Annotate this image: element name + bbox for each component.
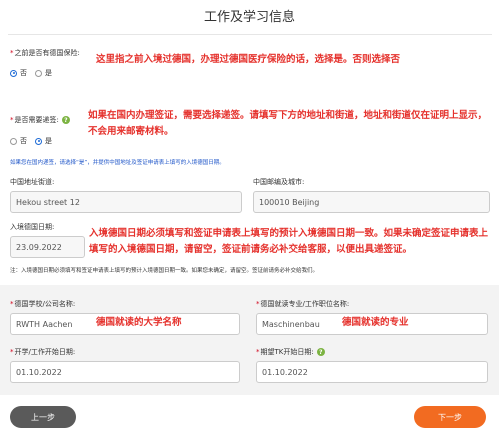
school-annotation: 德国就读的大学名称	[96, 317, 182, 328]
visa-label-text: 是否需要递签:	[14, 116, 59, 124]
option-label: 是	[45, 137, 52, 145]
required-mark: *	[10, 348, 14, 356]
tk-date-input[interactable]: 01.10.2022	[256, 361, 488, 383]
radio-icon[interactable]	[35, 137, 42, 145]
entry-note: 注：入境德国日期必须填写和签证申请表上填写的预计入境德国日期一致。如果您未确定，…	[10, 268, 319, 274]
start-date-label-text: 开学/工作开始日期:	[14, 348, 76, 356]
required-mark: *	[256, 348, 260, 356]
major-label: *德国就读专业/工作职位名称:	[256, 299, 349, 309]
tk-date-value: 01.10.2022	[262, 367, 308, 377]
start-date-label: *开学/工作开始日期:	[10, 347, 75, 357]
school-value: RWTH Aachen	[16, 319, 73, 329]
major-value: Maschinenbau	[262, 319, 320, 329]
page-title: 工作及学习信息	[203, 10, 295, 25]
prev-button[interactable]: 上一步	[10, 406, 76, 428]
radio-icon[interactable]	[10, 69, 17, 77]
insurance-radio-group: 否 是	[10, 68, 60, 78]
insurance-label-text: 之前是否有德国保险:	[14, 49, 80, 57]
next-button[interactable]: 下一步	[414, 406, 486, 428]
city-label: 中国邮编及城市:	[253, 178, 305, 186]
visa-label: *是否需要递签:?	[10, 115, 70, 125]
school-label-text: 德国学校/公司名称:	[14, 300, 76, 308]
street-label: 中国地址街道:	[10, 178, 55, 186]
street-input[interactable]: Hekou street 12	[10, 191, 242, 213]
insurance-option-yes[interactable]: 是	[35, 68, 52, 78]
option-label: 否	[20, 69, 27, 77]
required-mark: *	[10, 49, 14, 57]
help-icon[interactable]: ?	[316, 348, 325, 356]
visa-option-no[interactable]: 否	[10, 136, 27, 146]
major-annotation: 德国就读的专业	[342, 317, 409, 328]
visa-note: 如果您在国内递签，请选择“是”，并提供中国地址及签证申请表上填写的入境德国日期。	[10, 160, 225, 166]
street-value: Hekou street 12	[16, 197, 80, 207]
start-date-value: 01.10.2022	[16, 367, 62, 377]
required-mark: *	[10, 300, 14, 308]
radio-icon[interactable]	[35, 69, 42, 77]
required-mark: *	[10, 116, 14, 124]
entry-annotation: 入境德国日期必须填写和签证申请表上填写的预计入境德国日期一致。如果未确定签证申请…	[89, 228, 489, 255]
insurance-option-no[interactable]: 否	[10, 68, 27, 78]
school-label: *德国学校/公司名称:	[10, 299, 75, 309]
option-label: 是	[45, 69, 52, 77]
entry-date-value: 23.09.2022	[16, 242, 62, 252]
entry-date-label: 入境德国日期:	[10, 223, 55, 231]
radio-icon[interactable]	[10, 137, 17, 145]
required-mark: *	[256, 300, 260, 308]
city-input[interactable]: 100010 Beijing	[253, 191, 490, 213]
option-label: 否	[20, 137, 27, 145]
major-label-text: 德国就读专业/工作职位名称:	[260, 300, 350, 308]
start-date-input[interactable]: 01.10.2022	[10, 361, 240, 383]
visa-option-yes[interactable]: 是	[35, 136, 52, 146]
visa-annotation: 如果在国内办理签证，需要选择递签。请填写下方的地址和街道，地址和街道仅在证明上显…	[88, 110, 488, 137]
visa-radio-group: 否 是	[10, 136, 60, 146]
help-icon[interactable]: ?	[61, 116, 70, 124]
city-value: 100010 Beijing	[259, 197, 320, 207]
title-divider	[8, 34, 492, 35]
tk-date-label: *期望TK开始日期:?	[256, 347, 325, 357]
insurance-annotation: 这里指之前入境过德国，办理过德国医疗保险的话，选择是。否则选择否	[96, 54, 401, 65]
insurance-label: *之前是否有德国保险:	[10, 48, 80, 58]
tk-date-label-text: 期望TK开始日期:	[260, 348, 314, 356]
entry-date-input[interactable]: 23.09.2022	[10, 236, 85, 258]
